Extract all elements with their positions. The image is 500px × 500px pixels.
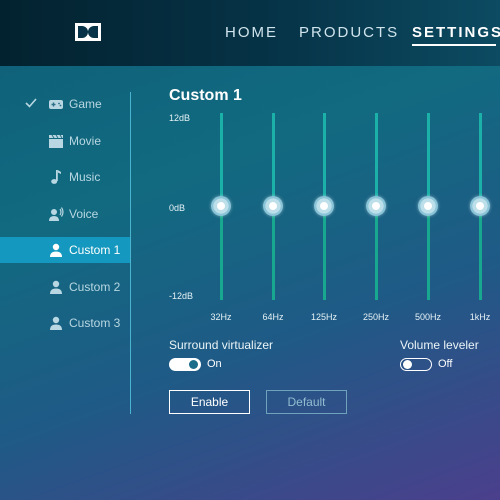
eq-track[interactable]	[427, 206, 430, 300]
sidebar-item-music[interactable]: Music	[0, 164, 130, 190]
sidebar-item-label: Game	[69, 97, 102, 111]
nav-active-underline	[412, 44, 496, 46]
nav-home[interactable]: HOME	[225, 24, 278, 41]
db-label-zero: 0dB	[169, 203, 186, 213]
eq-slider-knob-1khz[interactable]	[470, 196, 490, 216]
eq-slider-knob-125hz[interactable]	[314, 196, 334, 216]
voice-icon	[49, 207, 64, 221]
enable-button[interactable]: Enable	[169, 390, 250, 414]
volume-state-text: Off	[438, 358, 453, 370]
sidebar-item-label: Custom 2	[69, 280, 121, 294]
db-label-max: 12dB	[169, 113, 191, 123]
eq-track[interactable]	[427, 113, 430, 206]
music-note-icon	[51, 170, 61, 184]
nav-products[interactable]: PRODUCTS	[299, 24, 399, 41]
eq-track[interactable]	[323, 206, 326, 300]
eq-track[interactable]	[272, 113, 275, 206]
eq-track[interactable]	[272, 206, 275, 300]
top-nav-bar: HOME PRODUCTS SETTINGS	[0, 0, 500, 66]
surround-virtualizer-label: Surround virtualizer	[169, 338, 274, 352]
nav-settings[interactable]: SETTINGS	[412, 24, 500, 41]
surround-state-text: On	[207, 358, 222, 370]
eq-track[interactable]	[479, 113, 482, 206]
toggle-thumb	[403, 360, 412, 369]
eq-frequency-label: 500Hz	[414, 312, 441, 322]
toggle-thumb	[189, 360, 198, 369]
page-title: Custom 1	[169, 87, 242, 104]
eq-slider-knob-64hz[interactable]	[263, 196, 283, 216]
sidebar-item-label: Music	[69, 170, 101, 184]
eq-frequency-label: 1kHz	[469, 312, 491, 322]
volume-leveler-toggle[interactable]	[400, 358, 432, 371]
surround-virtualizer-toggle[interactable]	[169, 358, 201, 371]
dolby-logo[interactable]	[75, 23, 101, 41]
eq-frequency-label: 32Hz	[210, 312, 232, 322]
eq-frequency-label: 64Hz	[262, 312, 284, 322]
gamepad-icon	[49, 100, 63, 109]
sidebar-item-label: Movie	[69, 134, 102, 148]
eq-track[interactable]	[323, 113, 326, 206]
sidebar-item-label: Custom 1	[69, 243, 121, 257]
user-icon	[50, 316, 62, 330]
sidebar-item-custom-3[interactable]: Custom 3	[0, 310, 130, 336]
sidebar-item-game[interactable]: Game	[0, 91, 130, 117]
sidebar-item-label: Custom 3	[69, 316, 121, 330]
eq-track[interactable]	[375, 206, 378, 300]
db-label-min: -12dB	[169, 291, 194, 301]
eq-track[interactable]	[375, 113, 378, 206]
eq-track[interactable]	[479, 206, 482, 300]
sidebar-item-label: Voice	[69, 207, 99, 221]
eq-slider-knob-250hz[interactable]	[366, 196, 386, 216]
sidebar-divider	[130, 92, 131, 414]
eq-track[interactable]	[220, 113, 223, 206]
checkmark-icon	[25, 98, 37, 108]
eq-frequency-label: 250Hz	[362, 312, 389, 322]
clapperboard-icon	[49, 134, 63, 148]
user-icon	[50, 280, 62, 294]
user-icon	[50, 243, 62, 257]
eq-slider-knob-32hz[interactable]	[211, 196, 231, 216]
sidebar-item-voice[interactable]: Voice	[0, 201, 130, 227]
sidebar-item-movie[interactable]: Movie	[0, 128, 130, 154]
eq-slider-knob-500hz[interactable]	[418, 196, 438, 216]
eq-track[interactable]	[220, 206, 223, 300]
default-button[interactable]: Default	[266, 390, 347, 414]
sidebar-item-custom-1[interactable]: Custom 1	[0, 237, 130, 263]
volume-leveler-label: Volume leveler	[400, 338, 479, 352]
sidebar-item-custom-2[interactable]: Custom 2	[0, 274, 130, 300]
eq-frequency-label: 125Hz	[310, 312, 337, 322]
